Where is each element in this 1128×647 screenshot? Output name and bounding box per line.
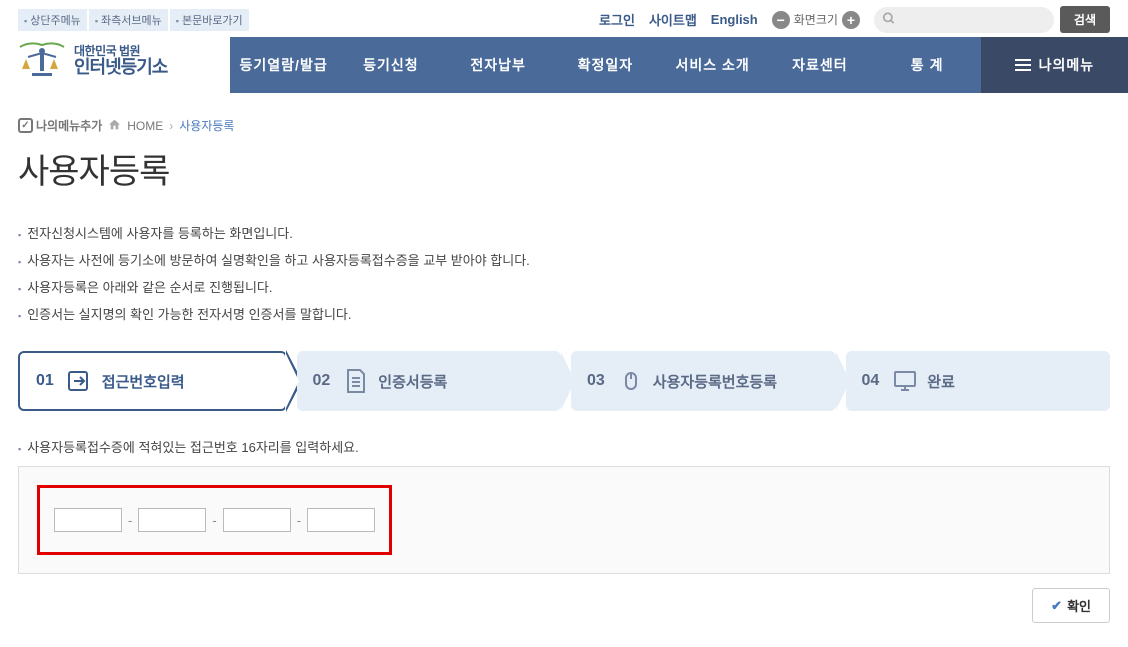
font-size-label: 화면크기	[794, 11, 838, 28]
page-title: 사용자등록	[18, 144, 1110, 193]
skip-link-leftmenu[interactable]: 좌측서브메뉴	[89, 9, 168, 31]
hamburger-icon	[1015, 59, 1031, 71]
search-box: 검색	[874, 6, 1110, 33]
step-2: 02 인증서등록	[297, 351, 562, 411]
step-label: 인증서등록	[378, 371, 447, 392]
font-increase-button[interactable]: +	[842, 11, 860, 29]
step-label: 접근번호입력	[102, 371, 185, 392]
nav-item-data[interactable]: 자료센터	[766, 37, 873, 93]
login-link[interactable]: 로그인	[599, 10, 635, 29]
sitemap-link[interactable]: 사이트맵	[649, 10, 697, 29]
nav-item-service[interactable]: 서비스 소개	[659, 37, 766, 93]
step-label: 완료	[927, 371, 955, 392]
step-4: 04 완료	[846, 351, 1111, 411]
access-number-3[interactable]	[223, 508, 291, 532]
confirm-button[interactable]: ✔ 확인	[1032, 588, 1110, 623]
search-input[interactable]	[874, 7, 1054, 33]
search-icon	[882, 11, 896, 28]
skip-links: 상단주메뉴 좌측서브메뉴 본문바로가기	[18, 9, 249, 31]
nav-item-apply[interactable]: 등기신청	[337, 37, 444, 93]
breadcrumb: ✓ 나의메뉴추가 HOME › 사용자등록	[18, 117, 1110, 134]
step-number: 02	[313, 372, 331, 390]
nav-item-date[interactable]: 확정일자	[552, 37, 659, 93]
logo-text-bottom: 인터넷등기소	[74, 58, 167, 78]
nav-item-epay[interactable]: 전자납부	[445, 37, 552, 93]
step-label: 사용자등록번호등록	[653, 371, 777, 392]
step-number: 01	[36, 372, 54, 390]
instruction-text: 사용자등록접수증에 적혀있는 접근번호 16자리를 입력하세요.	[18, 437, 1110, 456]
intro-list: 전자신청시스템에 사용자를 등록하는 화면입니다. 사용자는 사전에 등기소에 …	[18, 219, 1110, 327]
dash-separator: -	[297, 513, 301, 528]
input-panel: - - -	[18, 466, 1110, 574]
search-button[interactable]: 검색	[1060, 6, 1110, 33]
font-decrease-button[interactable]: −	[772, 11, 790, 29]
step-number: 04	[862, 372, 880, 390]
check-icon: ✓	[18, 118, 33, 133]
font-size-control: − 화면크기 +	[772, 11, 860, 29]
mymenu-add-button[interactable]: ✓ 나의메뉴추가	[18, 117, 102, 134]
english-link[interactable]: English	[711, 12, 758, 27]
logo[interactable]: 대한민국 법원 인터넷등기소	[0, 37, 230, 93]
step-number: 03	[587, 372, 605, 390]
monitor-icon	[891, 367, 919, 395]
logo-text-top: 대한민국 법원	[74, 45, 167, 58]
mouse-icon	[617, 367, 645, 395]
skip-link-topmenu[interactable]: 상단주메뉴	[18, 9, 87, 31]
intro-item: 전자신청시스템에 사용자를 등록하는 화면입니다.	[18, 219, 1110, 246]
confirm-label: 확인	[1067, 596, 1091, 615]
step-3: 03 사용자등록번호등록	[571, 351, 836, 411]
nav-item-view[interactable]: 등기열람/발급	[230, 37, 337, 93]
nav-mymenu-label: 나의메뉴	[1039, 55, 1095, 75]
access-number-2[interactable]	[138, 508, 206, 532]
access-number-1[interactable]	[54, 508, 122, 532]
nav-item-mymenu[interactable]: 나의메뉴	[981, 37, 1128, 93]
arrow-right-box-icon	[66, 367, 94, 395]
intro-item: 사용자등록은 아래와 같은 순서로 진행됩니다.	[18, 273, 1110, 300]
utility-links: 로그인 사이트맵 English − 화면크기 + 검색	[599, 6, 1110, 33]
access-number-group: - - -	[37, 485, 392, 555]
breadcrumb-separator-icon: ›	[169, 119, 173, 133]
home-icon[interactable]	[108, 118, 121, 134]
main-nav: 등기열람/발급 등기신청 전자납부 확정일자 서비스 소개 자료센터 통 계 나…	[230, 37, 1128, 93]
dash-separator: -	[212, 513, 216, 528]
access-number-4[interactable]	[307, 508, 375, 532]
breadcrumb-current: 사용자등록	[179, 117, 234, 134]
logo-emblem-icon	[18, 37, 66, 85]
breadcrumb-home[interactable]: HOME	[127, 119, 163, 133]
skip-link-content[interactable]: 본문바로가기	[170, 9, 249, 31]
check-icon: ✔	[1051, 598, 1062, 614]
dash-separator: -	[128, 513, 132, 528]
step-1: 01 접근번호입력	[18, 351, 287, 411]
intro-item: 사용자는 사전에 등기소에 방문하여 실명확인을 하고 사용자등록접수증을 교부…	[18, 246, 1110, 273]
nav-item-stats[interactable]: 통 계	[874, 37, 981, 93]
document-icon	[342, 367, 370, 395]
step-indicator: 01 접근번호입력 02 인증서등록 03 사용자등록번호등록 04	[18, 351, 1110, 411]
intro-item: 인증서는 실지명의 확인 가능한 전자서명 인증서를 말합니다.	[18, 300, 1110, 327]
